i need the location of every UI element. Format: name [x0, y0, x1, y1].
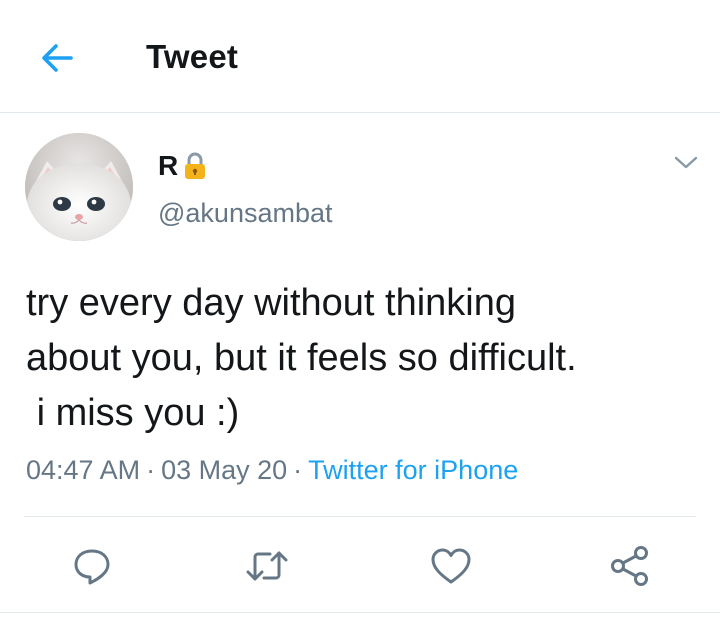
heart-icon [431, 548, 471, 584]
retweet-icon [246, 551, 288, 581]
tweet-options-button[interactable] [668, 148, 704, 178]
meta-separator: · [146, 455, 156, 485]
lock-icon [185, 152, 206, 179]
tweet-date: 03 May 20 [161, 455, 288, 485]
author-display-name: R [158, 150, 179, 181]
retweet-button[interactable] [243, 542, 291, 590]
share-button[interactable] [606, 542, 654, 590]
share-icon [611, 546, 648, 586]
author-name-row[interactable]: R [158, 150, 208, 182]
tweet-time: 04:47 AM [26, 455, 141, 485]
meta-separator: · [293, 455, 303, 485]
top-bar: Tweet [0, 0, 720, 113]
back-button[interactable] [30, 34, 84, 82]
reply-icon [74, 549, 110, 585]
tweet-source-link[interactable]: Twitter for iPhone [308, 455, 518, 485]
cat-avatar-image [25, 133, 133, 241]
tweet-detail-screen: Tweet R @akunsambat try every day withou… [0, 0, 720, 625]
author-handle[interactable]: @akunsambat [158, 198, 333, 229]
arrow-left-icon [42, 44, 73, 72]
chevron-down-icon [674, 156, 698, 169]
divider [0, 612, 720, 613]
tweet-text: try every day without thinking about you… [26, 282, 577, 434]
tweet-meta: 04:47 AM · 03 May 20 · Twitter for iPhone [26, 455, 518, 486]
page-title: Tweet [146, 38, 239, 75]
reply-button[interactable] [68, 542, 116, 590]
like-button[interactable] [427, 542, 475, 590]
avatar[interactable] [25, 133, 133, 241]
divider [24, 516, 696, 517]
